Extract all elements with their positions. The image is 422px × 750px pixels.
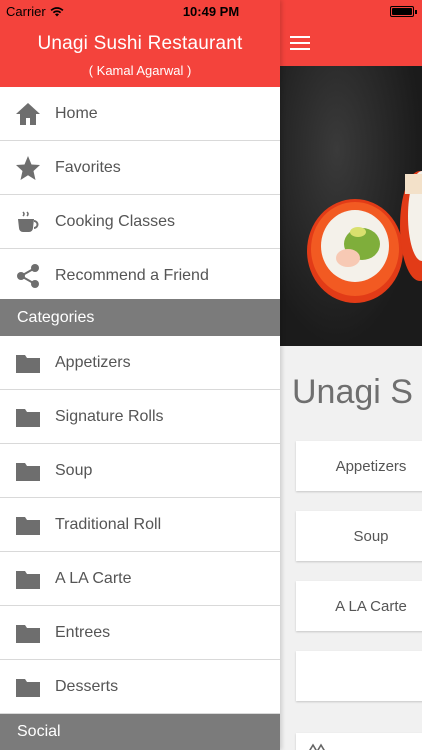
category-card-empty[interactable] bbox=[296, 651, 422, 701]
menu-item-label: Home bbox=[55, 104, 98, 122]
category-card-a-la-carte[interactable]: A LA Carte bbox=[296, 581, 422, 631]
menu-item-recommend[interactable]: Recommend a Friend bbox=[0, 249, 280, 303]
category-traditional-roll[interactable]: Traditional Roll bbox=[0, 498, 280, 552]
drawer-title: Unagi Sushi Restaurant bbox=[37, 33, 243, 54]
category-label: Signature Rolls bbox=[55, 407, 164, 425]
sushi-roll-image bbox=[280, 66, 422, 346]
navigation-drawer: Unagi Sushi Restaurant ( Kamal Agarwal )… bbox=[0, 0, 280, 750]
menu-item-favorites[interactable]: Favorites bbox=[0, 141, 280, 195]
folder-icon bbox=[14, 403, 42, 431]
folder-icon bbox=[14, 619, 42, 647]
category-label: Entrees bbox=[55, 623, 111, 641]
section-categories: Categories bbox=[0, 299, 280, 336]
category-label: Traditional Roll bbox=[55, 515, 162, 533]
share-icon bbox=[14, 262, 42, 290]
star-icon bbox=[14, 154, 42, 182]
status-bar: Carrier 10:49 PM bbox=[0, 0, 422, 22]
folder-icon bbox=[14, 673, 42, 701]
menu-item-label: Favorites bbox=[55, 158, 121, 176]
section-social: Social bbox=[0, 714, 280, 750]
category-desserts[interactable]: Desserts bbox=[0, 660, 280, 714]
category-appetizers[interactable]: Appetizers bbox=[0, 336, 280, 390]
category-entrees[interactable]: Entrees bbox=[0, 606, 280, 660]
menu-item-label: Cooking Classes bbox=[55, 212, 176, 230]
coffee-cup-icon bbox=[14, 208, 42, 236]
category-label: Soup bbox=[55, 461, 93, 479]
category-card-soup[interactable]: Soup bbox=[296, 511, 422, 561]
hamburger-menu-icon[interactable] bbox=[290, 36, 310, 50]
folder-icon bbox=[14, 349, 42, 377]
category-label: A LA Carte bbox=[55, 569, 132, 587]
category-label: Desserts bbox=[55, 677, 119, 695]
menu-item-cooking-classes[interactable]: Cooking Classes bbox=[0, 195, 280, 249]
card-label: Soup bbox=[353, 527, 389, 545]
category-label: Appetizers bbox=[55, 353, 131, 371]
card-icon bbox=[309, 743, 325, 750]
category-a-la-carte[interactable]: A LA Carte bbox=[0, 552, 280, 606]
menu-item-label: Recommend a Friend bbox=[55, 266, 209, 284]
home-icon bbox=[14, 100, 42, 128]
main-content: Unagi S Appetizers Soup A LA Carte bbox=[280, 0, 422, 750]
drawer-subtitle: ( Kamal Agarwal ) bbox=[88, 63, 192, 78]
battery-icon bbox=[390, 6, 417, 17]
card-label: Appetizers bbox=[335, 457, 407, 475]
category-card-partial[interactable] bbox=[296, 733, 422, 750]
menu-item-home[interactable]: Home bbox=[0, 87, 280, 141]
category-card-appetizers[interactable]: Appetizers bbox=[296, 441, 422, 491]
folder-icon bbox=[14, 511, 42, 539]
folder-icon bbox=[14, 457, 42, 485]
category-soup[interactable]: Soup bbox=[0, 444, 280, 498]
category-signature-rolls[interactable]: Signature Rolls bbox=[0, 390, 280, 444]
sushi-illustration bbox=[307, 171, 422, 303]
restaurant-title: Unagi S bbox=[292, 373, 413, 411]
card-label: A LA Carte bbox=[335, 597, 407, 615]
folder-icon bbox=[14, 565, 42, 593]
status-time: 10:49 PM bbox=[182, 4, 240, 19]
